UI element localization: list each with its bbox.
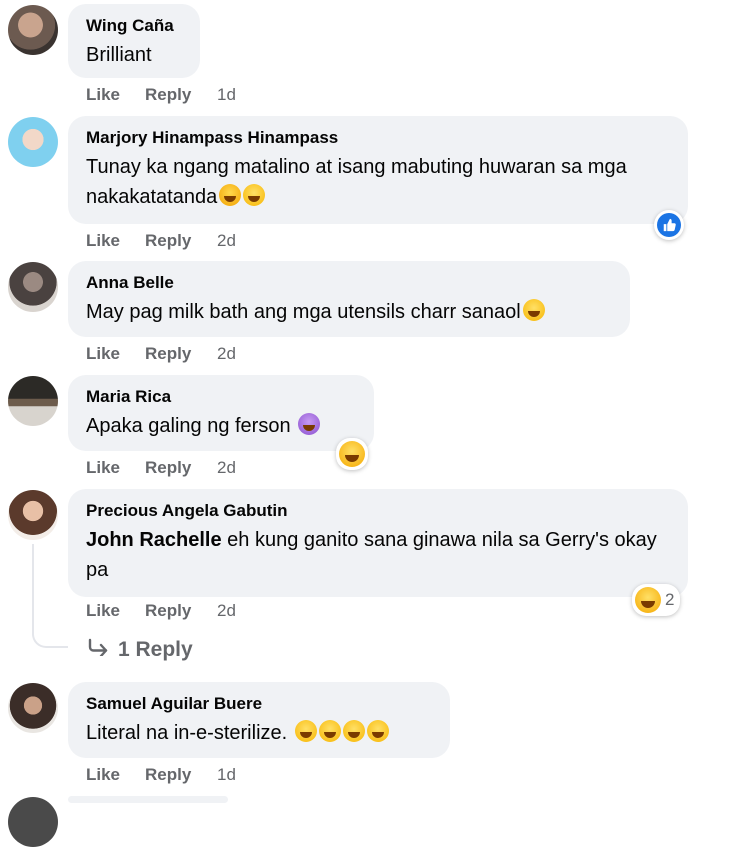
like-link[interactable]: Like [86, 85, 145, 105]
reply-link[interactable]: Reply [145, 458, 217, 478]
avatar[interactable] [8, 683, 58, 733]
laughing-emoji-icon [366, 720, 389, 742]
comment-bubble: Samuel Aguilar Buere Literal na in-e-ste… [68, 682, 450, 758]
comment-author[interactable]: Samuel Aguilar Buere [86, 694, 432, 714]
comment-time[interactable]: 1d [217, 85, 236, 105]
comment-author[interactable]: Anna Belle [86, 273, 612, 293]
like-link[interactable]: Like [86, 231, 145, 251]
avatar[interactable] [8, 5, 58, 55]
comment-actions: Like Reply 2d [86, 231, 236, 251]
laughing-emoji-icon [318, 720, 341, 742]
avatar[interactable] [8, 262, 58, 312]
like-reaction[interactable] [654, 210, 684, 240]
reply-link[interactable]: Reply [145, 601, 217, 621]
comment-time[interactable]: 2d [217, 231, 236, 251]
comment-bubble [68, 796, 228, 803]
reaction-count: 2 [665, 590, 675, 609]
like-link[interactable]: Like [86, 344, 145, 364]
comment-time[interactable]: 2d [217, 344, 236, 364]
thumbs-up-icon [657, 213, 681, 237]
comment-bubble: Maria Rica Apaka galing ng ferson [68, 375, 374, 451]
mention-tag[interactable]: John Rachelle [86, 529, 222, 551]
reply-link[interactable]: Reply [145, 231, 217, 251]
comment-actions: Like Reply 2d [86, 458, 236, 478]
reply-arrow-icon [88, 638, 110, 662]
view-replies-label: 1 Reply [118, 638, 193, 661]
comment-time[interactable]: 2d [217, 458, 236, 478]
laughing-emoji-icon [339, 441, 365, 467]
avatar[interactable] [8, 117, 58, 167]
reply-link[interactable]: Reply [145, 765, 217, 785]
comment-text-content: Apaka galing ng ferson [86, 415, 291, 437]
haha-reaction[interactable] [336, 438, 368, 470]
avatar[interactable] [8, 797, 58, 847]
thread-curve [32, 628, 68, 648]
comment-text: May pag milk bath ang mga utensils charr… [86, 297, 612, 327]
comment-author[interactable]: Marjory Hinampass Hinampass [86, 128, 670, 148]
comment-text-content: May pag milk bath ang mga utensils charr… [86, 301, 521, 323]
comment-actions: Like Reply 1d [86, 85, 236, 105]
thread-line [32, 544, 34, 628]
comment-bubble: Precious Angela Gabutin John Rachelle eh… [68, 489, 688, 597]
comment-time[interactable]: 2d [217, 601, 236, 621]
laughing-emoji-icon [294, 720, 317, 742]
comment-actions: Like Reply 2d [86, 344, 236, 364]
avatar[interactable] [8, 376, 58, 426]
comment-author[interactable]: Precious Angela Gabutin [86, 501, 670, 521]
grin-emoji-icon [243, 184, 266, 206]
like-link[interactable]: Like [86, 458, 145, 478]
comment-actions: Like Reply 2d [86, 601, 236, 621]
comment-time[interactable]: 1d [217, 765, 236, 785]
haha-reaction[interactable]: 2 [632, 584, 681, 616]
comment-text-content: Literal na in-e-sterilize. [86, 722, 288, 744]
comment-text: Tunay ka ngang matalino at isang mabutin… [86, 152, 670, 212]
comment-text-content: Tunay ka ngang matalino at isang mabutin… [86, 156, 627, 208]
comment-bubble: Marjory Hinampass Hinampass Tunay ka nga… [68, 116, 688, 224]
comment-bubble: Anna Belle May pag milk bath ang mga ute… [68, 261, 630, 337]
comment-author[interactable]: Maria Rica [86, 387, 356, 407]
comment-text: Brilliant [86, 44, 152, 66]
comment-text: Apaka galing ng ferson [86, 411, 356, 441]
laughing-emoji-icon [635, 587, 661, 613]
laughing-emoji-icon [342, 720, 365, 742]
comment-actions: Like Reply 1d [86, 765, 236, 785]
comment-text: John Rachelle eh kung ganito sana ginawa… [86, 525, 670, 585]
kiss-emoji-icon [219, 184, 242, 206]
reply-link[interactable]: Reply [145, 85, 217, 105]
view-replies-link[interactable]: 1 Reply [88, 638, 193, 662]
comment-author[interactable]: Wing Caña [86, 16, 182, 36]
like-link[interactable]: Like [86, 601, 145, 621]
comment-bubble: Wing Caña Brilliant [68, 4, 200, 78]
avatar[interactable] [8, 490, 58, 540]
reply-link[interactable]: Reply [145, 344, 217, 364]
rofl-emoji-icon [522, 299, 545, 321]
comment-text: Literal na in-e-sterilize. [86, 718, 432, 748]
like-link[interactable]: Like [86, 765, 145, 785]
purple-emoji-icon [298, 413, 321, 435]
